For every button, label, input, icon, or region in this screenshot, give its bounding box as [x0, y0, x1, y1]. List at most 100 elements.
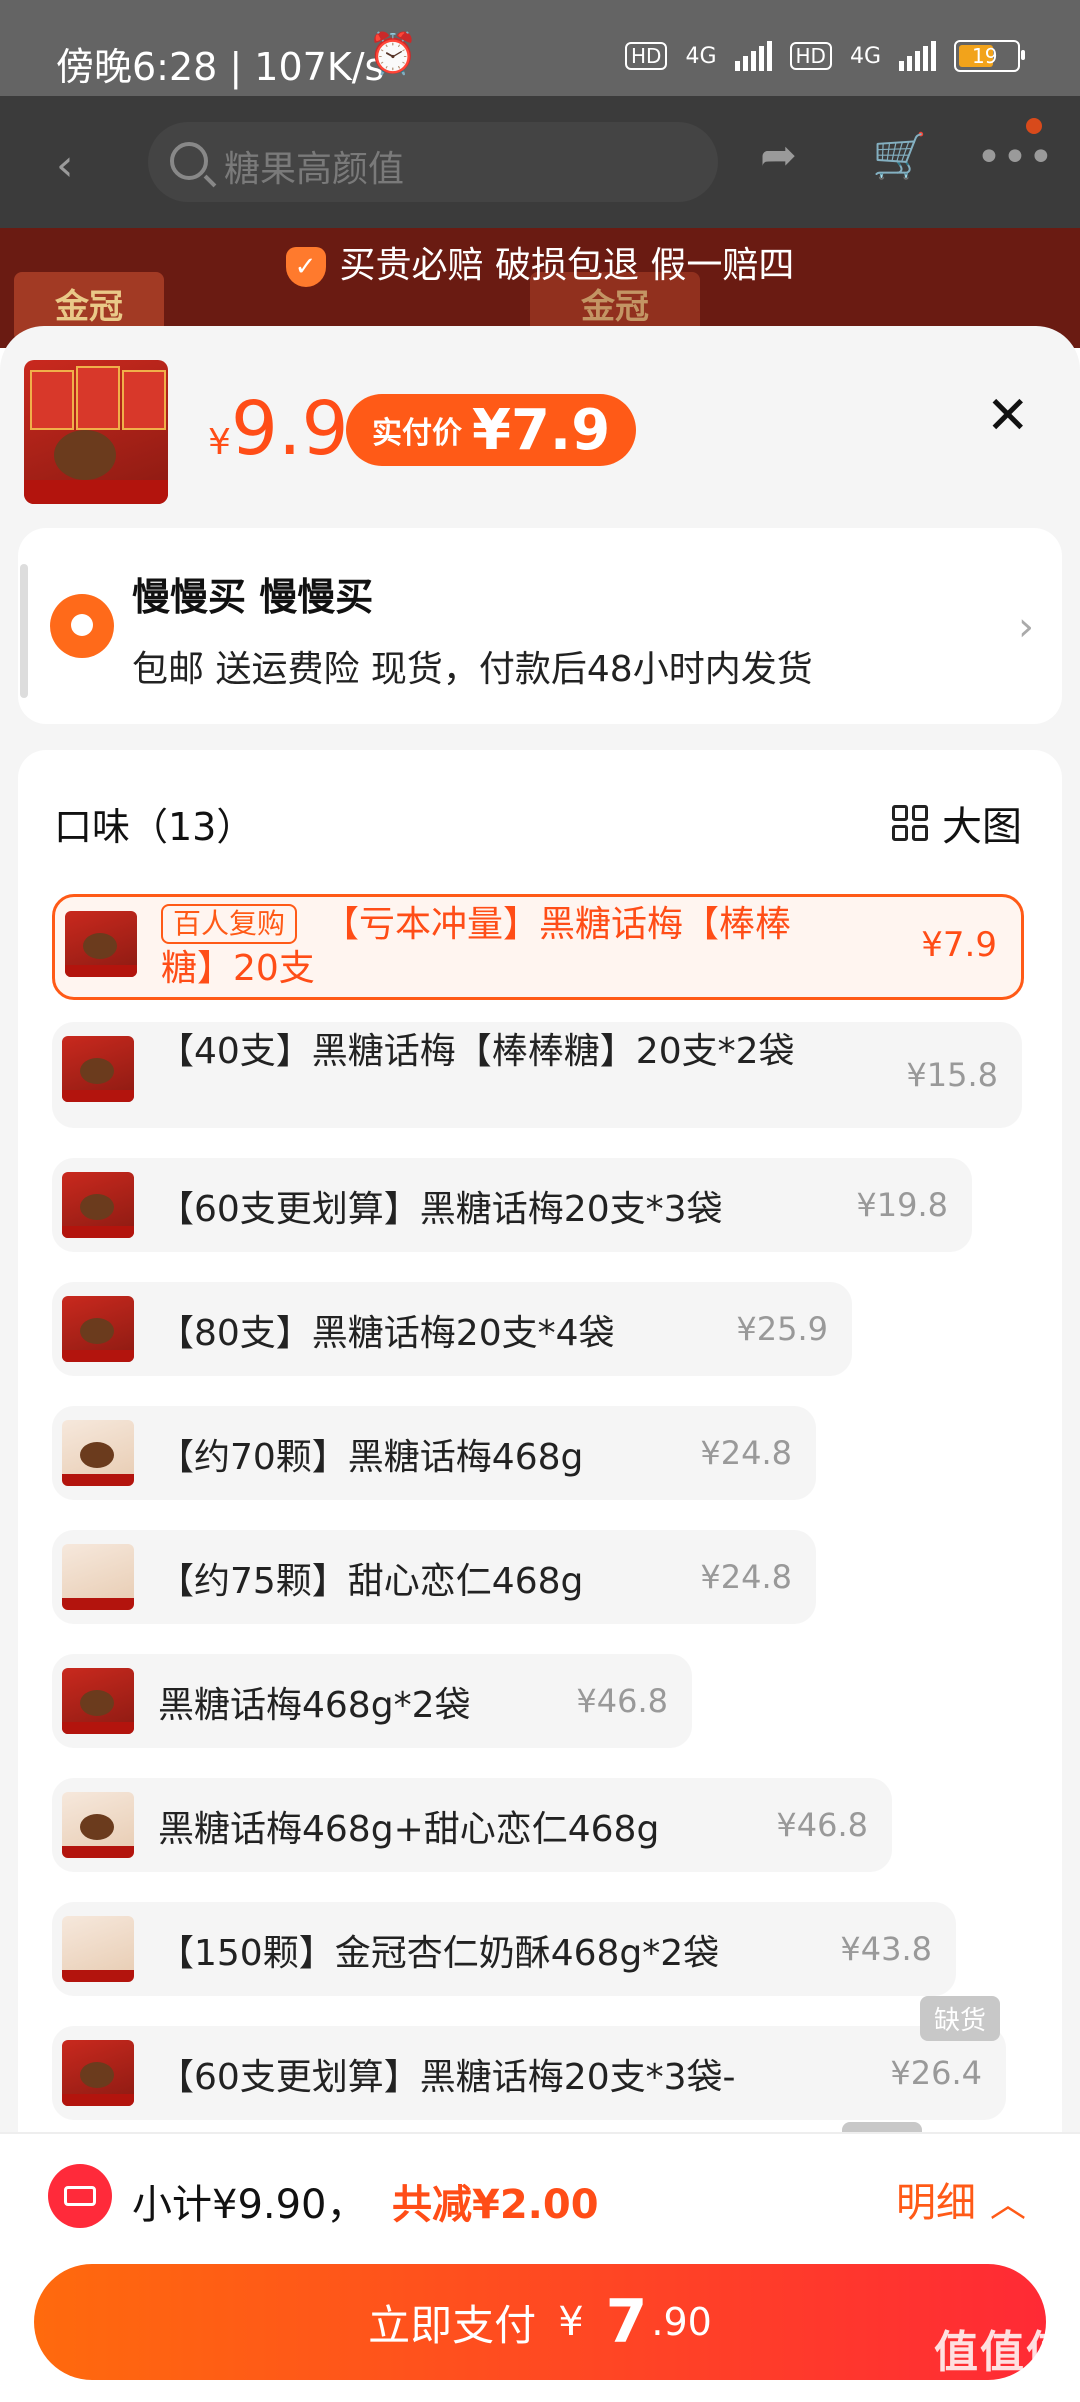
pay-amount-decimal: .90	[651, 2300, 712, 2344]
variant-thumbnail	[62, 1792, 134, 1858]
watermark-main: 值值值	[934, 2327, 1072, 2378]
variant-label: 【约70颗】黑糖话梅468g	[158, 1437, 584, 1478]
battery-level: 19	[972, 44, 998, 68]
price-symbol: ¥	[208, 422, 231, 463]
signal-icon	[734, 41, 772, 71]
notification-dot	[1026, 118, 1042, 134]
network-label: 4G	[685, 43, 717, 69]
signal-icon-2	[899, 41, 936, 71]
price: ¥9.9	[208, 386, 349, 472]
shield-check-icon: ✓	[285, 247, 326, 287]
paid-price-badge: 实付价 ¥7.9	[346, 394, 637, 466]
variant-label: 百人复购 【亏本冲量】黑糖话梅【棒棒糖】20支	[161, 904, 792, 989]
variant-thumbnail	[62, 1172, 134, 1238]
alarm-icon: ⏰	[368, 31, 418, 77]
variant-thumbnail	[65, 911, 137, 977]
big-image-toggle[interactable]: 大图	[892, 794, 1022, 852]
cart-icon[interactable]: 🛒	[872, 130, 927, 182]
more-icon[interactable]: •••	[976, 132, 1054, 183]
variant-price: ¥43.8	[840, 1930, 932, 1968]
coupon-icon	[48, 2164, 112, 2228]
back-arrow-icon[interactable]: ‹	[56, 140, 74, 191]
variant-option[interactable]: 【约70颗】黑糖话梅468g ¥24.8	[52, 1406, 816, 1500]
variant-price: ¥24.8	[700, 1558, 792, 1596]
variant-label: 【60支更划算】黑糖话梅20支*3袋-	[158, 2057, 736, 2098]
variant-thumbnail	[62, 1420, 134, 1486]
watermark-sub: zhizhizhi.com	[942, 2380, 1064, 2401]
variant-label: 【40支】黑糖话梅【棒棒糖】20支*2袋	[158, 1031, 795, 1072]
detail-toggle[interactable]: 明细 ︿	[896, 2170, 1026, 2228]
price-value: 9.9	[230, 386, 349, 472]
variant-price: ¥19.8	[856, 1186, 948, 1224]
repurchase-tag: 百人复购	[161, 904, 298, 944]
variant-price: ¥46.8	[576, 1682, 668, 1720]
variant-option[interactable]: 【约75颗】甜心恋仁468g ¥24.8	[52, 1530, 816, 1624]
search-bar[interactable]: 糖果高颜值	[148, 122, 718, 202]
variant-option[interactable]: 【40支】黑糖话梅【棒棒糖】20支*2袋 ¥15.8	[52, 1022, 1022, 1128]
shipping-info: 包邮 送运费险 现货，付款后48小时内发货	[132, 649, 813, 690]
variant-label: 【约75颗】甜心恋仁468g	[158, 1561, 584, 1602]
variant-option[interactable]: 百人复购 【亏本冲量】黑糖话梅【棒棒糖】20支 ¥7.9	[52, 894, 1024, 1000]
variant-option[interactable]: 【80支】黑糖话梅20支*4袋 ¥25.9	[52, 1282, 852, 1376]
variant-thumbnail	[62, 1916, 134, 1982]
battery-icon: 19	[954, 40, 1025, 72]
variant-label: 【150颗】金冠杏仁奶酥468g*2袋	[158, 1933, 720, 1974]
variant-thumbnail	[62, 1296, 134, 1362]
pay-amount-integer: 7	[605, 2287, 648, 2357]
variant-label: 【80支】黑糖话梅20支*4袋	[158, 1313, 615, 1354]
discount-total: 共减¥2.00	[392, 2182, 599, 2228]
variant-option[interactable]: 黑糖话梅468g+甜心恋仁468g ¥46.8	[52, 1778, 892, 1872]
grid-icon	[892, 805, 928, 841]
paid-label: 实付价	[372, 416, 462, 451]
variant-label: 【60支更划算】黑糖话梅20支*3袋	[158, 1189, 723, 1230]
search-placeholder: 糖果高颜值	[224, 149, 405, 190]
out-of-stock-badge: 缺货	[920, 1996, 1001, 2041]
scroll-indicator	[20, 564, 28, 698]
pay-now-button[interactable]: 立即支付 ¥ 7 .90	[34, 2264, 1046, 2380]
variant-option[interactable]: 黑糖话梅468g*2袋 ¥46.8	[52, 1654, 692, 1748]
variant-option[interactable]: 【150颗】金冠杏仁奶酥468g*2袋 ¥43.8	[52, 1902, 956, 1996]
subtotal: 小计¥9.90，	[132, 2182, 367, 2228]
variant-thumbnail	[62, 1668, 134, 1734]
location-pin-icon	[50, 594, 114, 658]
variant-price: ¥24.8	[700, 1434, 792, 1472]
variant-option[interactable]: 【60支更划算】黑糖话梅20支*3袋 ¥19.8	[52, 1158, 972, 1252]
variant-thumbnail	[62, 1544, 134, 1610]
variant-price: ¥25.9	[736, 1310, 828, 1348]
detail-label: 明细	[896, 2180, 976, 2226]
variant-header: 口味（13）	[54, 805, 255, 849]
chevron-right-icon: ›	[1018, 604, 1034, 650]
product-thumbnail[interactable]	[24, 360, 168, 504]
promise-text: 买贵必赔 破损包退 假一赔四	[339, 245, 795, 286]
variant-label: 黑糖话梅468g*2袋	[158, 1685, 471, 1726]
pay-label: 立即支付	[368, 2300, 537, 2350]
status-icons: HD 4G HD 4G 19	[625, 40, 1025, 72]
hd-badge: HD	[625, 42, 668, 70]
service-promise: ✓ 买贵必赔 破损包退 假一赔四	[0, 236, 1080, 288]
variant-price: ¥7.9	[921, 925, 997, 965]
network-label-2: 4G	[849, 43, 881, 69]
variant-label: 黑糖话梅468g+甜心恋仁468g	[158, 1809, 660, 1850]
status-time: 傍晚6:28 | 107K/s	[56, 45, 385, 89]
variant-price: ¥15.8	[906, 1056, 998, 1094]
big-image-label: 大图	[942, 804, 1022, 850]
recipient-name: 慢慢买 慢慢买	[132, 575, 374, 619]
variant-thumbnail	[62, 2040, 134, 2106]
variant-price: ¥46.8	[776, 1806, 868, 1844]
pay-symbol: ¥	[558, 2299, 584, 2345]
watermark: 值值值 zhizhizhi.com	[928, 2316, 1078, 2401]
variant-thumbnail	[62, 1036, 134, 1102]
share-icon[interactable]: ➦	[760, 130, 797, 181]
status-bar: 傍晚6:28 | 107K/s HD 4G HD 4G 19 ⏰	[0, 0, 1080, 96]
chevron-up-icon: ︿	[990, 2184, 1027, 2225]
address-card[interactable]: 慢慢买 慢慢买 包邮 送运费险 现货，付款后48小时内发货 ›	[18, 528, 1062, 724]
top-nav: ‹ 糖果高颜值 ➦ 🛒 •••	[0, 96, 1080, 228]
variant-option[interactable]: 【60支更划算】黑糖话梅20支*3袋- ¥26.4	[52, 2026, 1006, 2120]
paid-amount: ¥7.9	[472, 397, 611, 463]
sku-sheet: ¥9.9 实付价 ¥7.9 ✕ 慢慢买 慢慢买 包邮 送运费险 现货，付款后48…	[0, 326, 1080, 2400]
search-icon	[170, 142, 208, 180]
checkout-footer: 小计¥9.90， 共减¥2.00 明细 ︿ 立即支付 ¥ 7 .90	[0, 2132, 1080, 2402]
variant-price: ¥26.4	[890, 2054, 982, 2092]
hd-badge-2: HD	[789, 42, 832, 70]
close-icon[interactable]: ✕	[986, 386, 1030, 446]
